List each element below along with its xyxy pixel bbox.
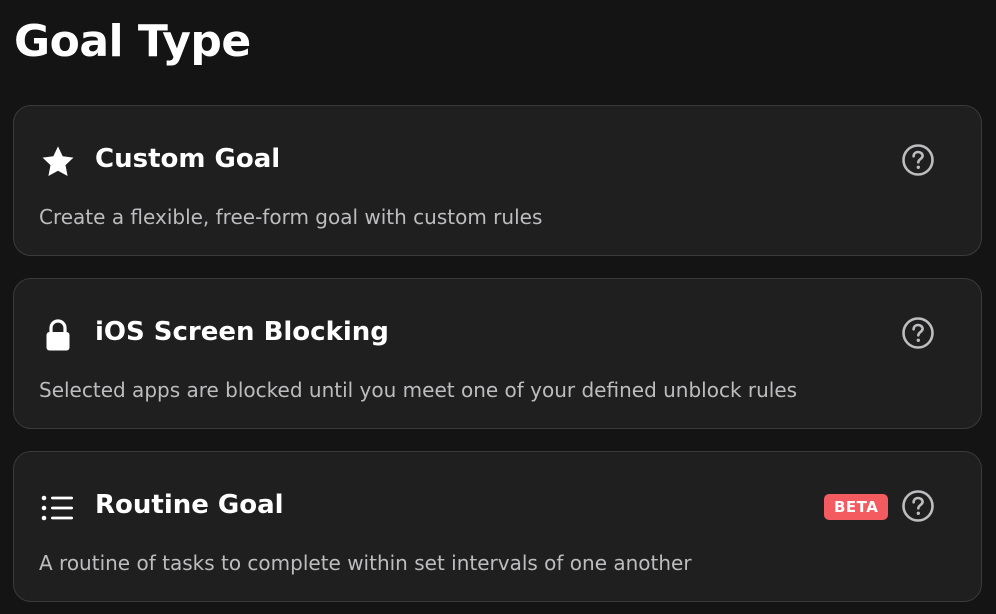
list-icon	[39, 490, 77, 526]
goal-option-title: Routine Goal	[95, 490, 284, 520]
page-title: Goal Type	[14, 16, 251, 67]
goal-option-routine-goal[interactable]: Routine Goal BETA A routine of tasks to …	[13, 451, 982, 602]
goal-option-description: Create a flexible, free-form goal with c…	[39, 205, 543, 229]
help-icon[interactable]	[901, 489, 935, 523]
goal-option-title: Custom Goal	[95, 144, 281, 174]
goal-type-list: Custom Goal Create a flexible, free-form…	[13, 105, 982, 602]
goal-option-description: Selected apps are blocked until you meet…	[39, 378, 798, 402]
goal-option-custom-goal[interactable]: Custom Goal Create a flexible, free-form…	[13, 105, 982, 256]
lock-icon	[39, 317, 77, 353]
goal-option-ios-screen-blocking[interactable]: iOS Screen Blocking Selected apps are bl…	[13, 278, 982, 429]
star-icon	[39, 144, 77, 180]
goal-option-title: iOS Screen Blocking	[95, 317, 389, 347]
help-icon[interactable]	[901, 143, 935, 177]
help-icon[interactable]	[901, 316, 935, 350]
goal-option-description: A routine of tasks to complete within se…	[39, 551, 692, 575]
beta-badge: BETA	[824, 494, 889, 520]
